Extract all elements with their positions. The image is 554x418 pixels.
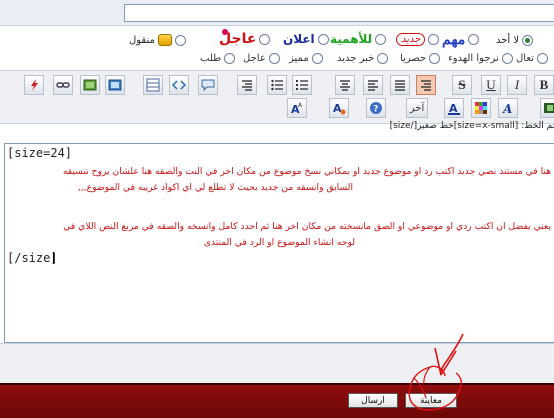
italic-icon[interactable]: I [507,75,527,95]
send-button-label: ارسال [361,395,385,406]
radio-quoted[interactable] [174,34,186,46]
editor-bottom-band [0,343,554,383]
film-icon[interactable] [540,98,554,118]
option-urgent2[interactable]: عاجل [243,53,280,64]
option-new-label: جديد [396,33,426,46]
table-icon[interactable] [143,75,163,95]
color-grid-icon[interactable] [471,98,491,118]
option-new[interactable]: جديد [396,33,440,46]
option-request[interactable]: طلب [200,53,236,64]
option-come-label: تعال [516,53,534,64]
bold-icon[interactable]: B [534,75,554,95]
align-left-icon[interactable] [363,75,383,95]
radio-urgent[interactable] [259,33,271,45]
list-unordered-icon[interactable] [267,75,287,95]
other-button-label: آخر [409,102,425,114]
close-size-tag: [/size] [7,251,58,265]
send-button[interactable]: ارسال [348,393,398,408]
option-important[interactable]: مهم [442,31,480,48]
other-button[interactable]: آخر [406,98,428,118]
preview-button[interactable]: معاينة [405,393,457,408]
underline-icon[interactable]: U [481,75,501,95]
code-icon[interactable] [169,75,189,95]
radio-important[interactable] [468,34,480,45]
help-icon[interactable]: ? [366,98,386,118]
urgent-dot-icon [222,29,228,35]
option-distinct[interactable]: مميز [289,53,323,64]
align-right-icon[interactable] [237,75,257,95]
flash-icon[interactable] [24,75,44,95]
font-size-caption: حجم الخط: [size=x-small]خط صغير[/size] [389,121,554,131]
option-come[interactable]: تعال [516,53,548,64]
option-exclusive[interactable]: حصريا [400,53,441,64]
option-distinct-label: مميز [289,53,309,64]
highlight-icon[interactable]: A [329,98,349,118]
radio-newnews[interactable] [377,53,389,64]
font-size-icon[interactable]: AA [287,98,307,118]
list-ordered-icon[interactable] [292,75,312,95]
option-top-label: للأهمية [330,32,373,46]
option-urgent2-label: عاجل [243,53,266,64]
strike-icon[interactable]: S [452,75,472,95]
svg-text:?: ? [373,105,378,115]
option-request-label: طلب [200,53,222,64]
option-newnews-label: خبر جديد [337,53,375,64]
message-line: السابق وانسقه من جديد بحيث لا تطلع لي اي… [77,182,353,193]
text-caret [53,252,54,264]
preview-button-label: معاينة [420,395,442,406]
svg-text:A: A [298,102,303,109]
option-quoted[interactable]: منقول [129,34,186,46]
message-line: هنا في مستند نصي جديد اكتب رد او موضوع ج… [62,166,551,177]
option-calm[interactable]: نرجوا الهدوء [448,53,513,64]
svg-text:A: A [333,102,342,115]
radio-come[interactable] [536,53,548,64]
option-none-label: لا أحد [496,35,520,46]
post-editor: لا أحد مهم جديد للأهمية اعلان عاجل منقول [0,0,554,418]
radio-announce[interactable] [317,33,329,45]
option-calm-label: نرجوا الهدوء [448,53,499,64]
message-line: لوحه انشاء الموضوع او الرد في المنتدى [203,237,355,248]
radio-top[interactable] [375,33,387,45]
option-newnews[interactable]: خبر جديد [337,53,389,64]
post-type-options: لا أحد مهم جديد للأهمية اعلان عاجل منقول [0,26,554,70]
svg-text:A: A [502,102,512,115]
radio-new[interactable] [428,34,440,45]
editor-toolbar: S U I B AA A ? آخر A A م الخط: [size=x-s… [0,70,554,131]
title-strip [0,0,554,26]
footer-bar: معاينة ارسال [0,383,554,418]
quote-icon[interactable] [198,75,218,95]
option-quoted-label: منقول [129,34,155,46]
align-center-icon[interactable] [335,75,355,95]
option-announce-label: اعلان [283,32,315,46]
radio-calm[interactable] [501,53,513,64]
radio-exclusive[interactable] [429,53,441,64]
open-size-tag: [size=24] [7,146,73,160]
option-none[interactable]: لا أحد [496,35,534,46]
link-icon[interactable] [53,75,73,95]
option-exclusive-label: حصريا [400,53,427,64]
font-color-icon[interactable]: A [444,98,464,118]
message-line: يعني يفضل ان اكتب ردي او موضوعي او الصق … [63,221,551,232]
thumbs-up-icon [157,34,172,46]
radio-distinct[interactable] [311,53,323,64]
font-face-icon[interactable]: A [498,98,518,118]
radio-none[interactable] [522,35,534,46]
option-announce[interactable]: اعلان [283,32,329,46]
align-justify-icon[interactable] [390,75,410,95]
align-right-active-icon[interactable] [416,75,436,95]
message-textarea[interactable]: [size=24] هنا في مستند نصي جديد اكتب رد … [4,143,554,343]
title-input[interactable] [124,4,554,22]
image-upload-icon[interactable] [105,75,125,95]
radio-urgent2[interactable] [268,53,280,64]
image-icon[interactable] [80,75,100,95]
radio-request[interactable] [224,53,236,64]
option-important-label: مهم [442,31,466,47]
option-top[interactable]: للأهمية [330,32,387,46]
